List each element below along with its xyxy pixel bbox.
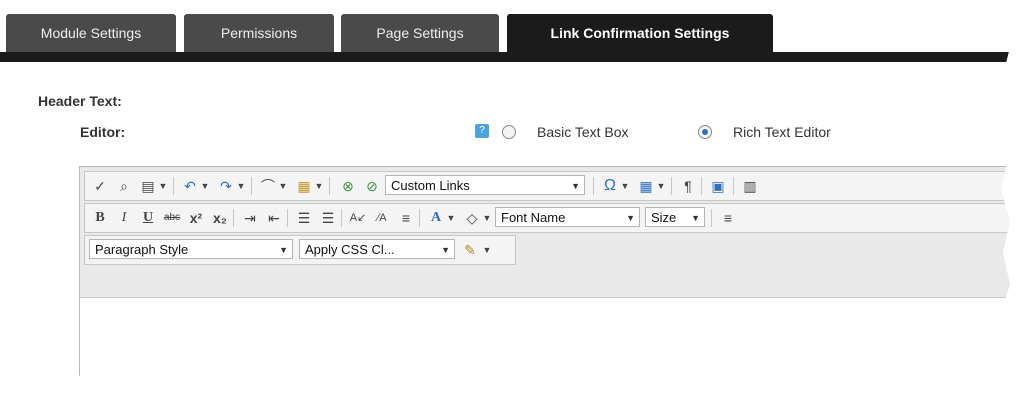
toolbar-row-2: B I U abc x² x₂ ⇥ ⇤ ☰ ☰ A↙ ⁄A ≡ A ▼ ◇ ▼ …	[84, 203, 1010, 233]
media-icon[interactable]: ▦	[293, 176, 315, 196]
chevron-down-icon[interactable]: ▼	[655, 176, 667, 196]
undo-icon[interactable]: ↶	[179, 176, 201, 196]
align-left-icon[interactable]: ≡	[717, 208, 739, 228]
format-stripper-icon[interactable]: ✎	[459, 240, 481, 260]
chevron-down-icon[interactable]: ▼	[157, 176, 169, 196]
chevron-down-icon: ▼	[441, 245, 450, 255]
paragraph-style-select[interactable]: Paragraph Style ▼	[89, 239, 293, 259]
chevron-down-icon[interactable]: ▼	[481, 240, 493, 260]
paste-icon[interactable]: ▤	[137, 176, 159, 196]
paragraph-marks-icon[interactable]: ¶	[677, 176, 699, 196]
separator	[287, 209, 288, 227]
basic-text-box-label: Basic Text Box	[537, 124, 629, 140]
select-value: Apply CSS Cl...	[305, 242, 395, 257]
rich-text-editor-radio[interactable]	[698, 125, 712, 139]
editor-label: Editor:	[80, 124, 126, 140]
spellcheck-icon[interactable]: ✓	[89, 176, 111, 196]
link-manager-icon[interactable]: ⊗	[337, 176, 359, 196]
tab-label: Module Settings	[40, 25, 142, 41]
chevron-down-icon[interactable]: ▼	[619, 176, 631, 196]
tab-link-confirmation-settings[interactable]: Link Confirmation Settings	[507, 14, 773, 52]
chevron-down-icon: ▼	[626, 213, 635, 223]
separator	[233, 209, 234, 227]
tab-underline	[0, 52, 1010, 62]
italic-icon[interactable]: I	[113, 208, 135, 228]
separator	[173, 177, 174, 195]
strikethrough-icon[interactable]: abc	[161, 208, 183, 228]
chevron-down-icon[interactable]: ▼	[481, 208, 493, 228]
separator	[593, 177, 594, 195]
bold-icon[interactable]: B	[89, 208, 111, 228]
rich-text-editor[interactable]: ✓ ⌕ ▤ ▼ ↶ ▼ ↷ ▼ ⌒ ▼ ▦ ▼ ⊗ ⊘ Custom Links…	[79, 166, 1010, 395]
clear-format-icon[interactable]: ⁄A	[371, 208, 393, 228]
numbered-list-icon[interactable]: ☰	[293, 208, 315, 228]
chevron-down-icon[interactable]: ▼	[445, 208, 457, 228]
separator	[341, 209, 342, 227]
chevron-down-icon[interactable]: ▼	[313, 176, 325, 196]
subscript-icon[interactable]: x₂	[209, 208, 231, 228]
chevron-down-icon: ▼	[691, 213, 700, 223]
document-icon[interactable]: ▥	[739, 176, 761, 196]
font-size-select[interactable]: Size ▼	[645, 207, 705, 227]
table-icon[interactable]: ▦	[635, 176, 657, 196]
symbol-icon[interactable]: Ω	[599, 176, 621, 196]
select-value: Custom Links	[391, 178, 470, 193]
toolbar-row-1: ✓ ⌕ ▤ ▼ ↶ ▼ ↷ ▼ ⌒ ▼ ▦ ▼ ⊗ ⊘ Custom Links…	[84, 171, 1010, 201]
remove-link-icon[interactable]: ⊘	[361, 176, 383, 196]
editor-toolbar: ✓ ⌕ ▤ ▼ ↶ ▼ ↷ ▼ ⌒ ▼ ▦ ▼ ⊗ ⊘ Custom Links…	[80, 167, 1010, 298]
separator	[419, 209, 420, 227]
separator	[329, 177, 330, 195]
highlight-color-icon[interactable]: ◇	[461, 208, 483, 228]
select-value: Paragraph Style	[95, 242, 189, 257]
settings-panel: Module Settings Permissions Page Setting…	[0, 0, 1010, 395]
font-color-icon[interactable]: A	[425, 208, 447, 228]
editor-content-area[interactable]	[80, 298, 1010, 395]
chevron-down-icon[interactable]: ▼	[235, 176, 247, 196]
header-text-label: Header Text:	[38, 93, 122, 109]
hyperlink-icon[interactable]: ⌒	[257, 176, 279, 196]
template-icon[interactable]: ▣	[707, 176, 729, 196]
tab-label: Page Settings	[376, 25, 464, 41]
bullet-list-icon[interactable]: ☰	[317, 208, 339, 228]
select-value: Font Name	[501, 210, 566, 225]
chevron-down-icon: ▼	[279, 245, 288, 255]
align-icon[interactable]: ≡	[395, 208, 417, 228]
indent-icon[interactable]: ⇥	[239, 208, 261, 228]
help-icon[interactable]: ?	[475, 124, 489, 138]
separator	[701, 177, 702, 195]
apply-css-class-select[interactable]: Apply CSS Cl... ▼	[299, 239, 455, 259]
basic-text-box-radio[interactable]	[502, 125, 516, 139]
convert-case-icon[interactable]: A↙	[347, 208, 369, 228]
tab-label: Link Confirmation Settings	[550, 25, 730, 41]
tab-module-settings[interactable]: Module Settings	[6, 14, 176, 52]
separator	[671, 177, 672, 195]
redo-icon[interactable]: ↷	[215, 176, 237, 196]
chevron-down-icon[interactable]: ▼	[277, 176, 289, 196]
rich-text-editor-label: Rich Text Editor	[733, 124, 831, 140]
superscript-icon[interactable]: x²	[185, 208, 207, 228]
chevron-down-icon[interactable]: ▼	[199, 176, 211, 196]
outdent-icon[interactable]: ⇤	[263, 208, 285, 228]
custom-links-select[interactable]: Custom Links ▼	[385, 175, 585, 195]
separator	[711, 209, 712, 227]
select-value: Size	[651, 210, 677, 225]
chevron-down-icon: ▼	[571, 181, 580, 191]
toolbar-row-3: Paragraph Style ▼ Apply CSS Cl... ▼ ✎ ▼	[84, 235, 516, 265]
underline-icon[interactable]: U	[137, 208, 159, 228]
tab-bar: Module Settings Permissions Page Setting…	[0, 0, 1010, 62]
find-icon[interactable]: ⌕	[113, 176, 135, 196]
tab-page-settings[interactable]: Page Settings	[341, 14, 499, 52]
separator	[251, 177, 252, 195]
tab-label: Permissions	[220, 25, 298, 41]
font-name-select[interactable]: Font Name ▼	[495, 207, 640, 227]
separator	[733, 177, 734, 195]
tab-permissions[interactable]: Permissions	[184, 14, 334, 52]
